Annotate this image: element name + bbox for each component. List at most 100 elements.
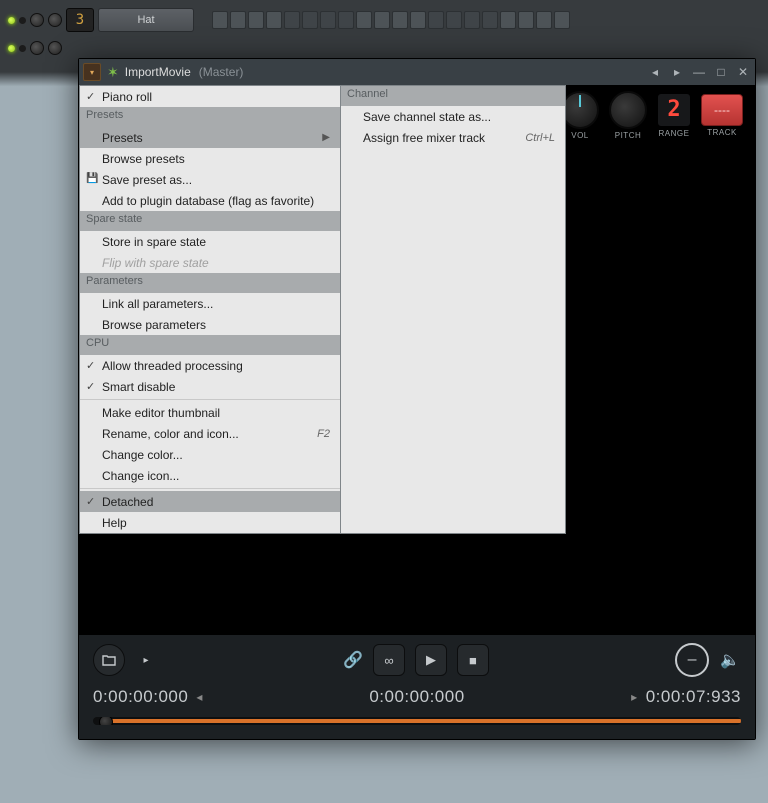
menu-item-label: Store in spare state — [102, 235, 206, 249]
menu-item-label: Detached — [102, 495, 153, 509]
folder-icon — [102, 654, 116, 666]
close-icon[interactable]: ✕ — [735, 65, 751, 79]
pan-knob[interactable] — [30, 13, 44, 27]
menu-item-label: Save preset as... — [102, 173, 192, 187]
loop-button[interactable]: ∞ — [373, 644, 405, 676]
range-label: RANGE — [659, 129, 690, 138]
menu-item[interactable]: Help — [80, 512, 340, 533]
nudge-right-icon[interactable]: ▸ — [627, 690, 642, 704]
channel-header-controls: VOL PITCH 2 RANGE ---- TRACK — [557, 85, 747, 141]
menu-item-label: Rename, color and icon... — [102, 427, 239, 441]
step-grid[interactable] — [212, 11, 570, 29]
menu-item-label: Browse presets — [102, 152, 185, 166]
stop-button[interactable]: ■ — [457, 644, 489, 676]
menu-item-label: Link all parameters... — [102, 297, 213, 311]
menu-item[interactable]: Change icon... — [80, 465, 340, 486]
channel-enable-led[interactable] — [8, 17, 15, 24]
volume-knob[interactable] — [561, 91, 599, 129]
menu-item-label: Smart disable — [102, 380, 175, 394]
menu-section-header: CPU — [80, 335, 340, 355]
timecode-start: 0:00:00:000 — [93, 687, 188, 707]
menu-hotkey: Ctrl+L — [525, 132, 555, 144]
menu-item[interactable]: ✓Smart disable — [80, 376, 340, 397]
menu-item-label: Add to plugin database (flag as favorite… — [102, 194, 314, 208]
transport-bar: ▸ 🔗 ∞ ▶ ■ – 🔈 0:00:00:000 ◂ 0:00:00:000 … — [79, 635, 755, 739]
link-icon[interactable]: 🔗 — [343, 650, 363, 670]
pattern-row: 3 Hat — [0, 6, 768, 34]
menu-item[interactable]: 💾 Save preset as... — [80, 169, 340, 190]
window-subtitle: (Master) — [199, 65, 244, 79]
mixer-track-button[interactable]: ---- — [701, 94, 743, 126]
gear-icon[interactable]: ✶ — [107, 65, 119, 79]
timecode-position: 0:00:00:000 — [369, 687, 464, 707]
volume-knob[interactable] — [48, 41, 62, 55]
menu-item[interactable]: Change color... — [80, 444, 340, 465]
menu-item-label: Flip with spare state — [102, 256, 209, 270]
menu-item-label: Assign free mixer track — [363, 131, 485, 145]
menu-hotkey: F2 — [317, 428, 330, 440]
menu-item-label: Save channel state as... — [363, 110, 491, 124]
title-bar[interactable]: ▾ ✶ ImportMovie (Master) ◂ ▸ — □ ✕ — [79, 59, 755, 85]
menu-item[interactable]: ✓ Detached — [80, 491, 340, 512]
channel-submenu: Channel Save channel state as... Assign fr… — [341, 85, 566, 534]
menu-item[interactable]: Store in spare state — [80, 231, 340, 252]
prev-preset-icon[interactable]: ◂ — [647, 65, 663, 79]
pan-knob[interactable] — [30, 41, 44, 55]
pitch-knob[interactable] — [609, 91, 647, 129]
menu-item-label: Change color... — [102, 448, 183, 462]
menu-item[interactable]: Presets▶ — [80, 127, 340, 148]
window-title: ImportMovie — [125, 65, 191, 79]
menu-separator — [80, 488, 340, 489]
channel-enable-led[interactable] — [8, 45, 15, 52]
zoom-out-button[interactable]: – — [675, 643, 709, 677]
menu-item[interactable]: Rename, color and icon... F2 — [80, 423, 340, 444]
channel-number[interactable]: 3 — [66, 8, 94, 32]
seek-bar[interactable] — [93, 717, 741, 725]
menu-item[interactable]: Save channel state as... — [341, 106, 565, 127]
maximize-icon[interactable]: □ — [713, 65, 729, 79]
plugin-options-menu: ✓Piano rollPresetsPresets▶ Browse presets… — [79, 85, 341, 534]
menu-item-label: Help — [102, 516, 127, 530]
menu-item[interactable]: Browse parameters — [80, 314, 340, 335]
menu-item-label: Make editor thumbnail — [102, 406, 220, 420]
volume-knob[interactable] — [48, 13, 62, 27]
menu-section-header: Spare state — [80, 211, 340, 231]
nudge-left-icon[interactable]: ◂ — [192, 690, 207, 704]
menu-item[interactable]: Assign free mixer track Ctrl+L — [341, 127, 565, 148]
step-forward-icon[interactable]: ▸ — [135, 649, 157, 671]
timecode-end: 0:00:07:933 — [646, 687, 741, 707]
menu-item[interactable]: ✓Piano roll — [80, 86, 340, 107]
menu-item[interactable]: Add to plugin database (flag as favorite… — [80, 190, 340, 211]
menu-item[interactable]: Link all parameters... — [80, 293, 340, 314]
menu-item[interactable]: ✓ Allow threaded processing — [80, 355, 340, 376]
channel-name-button[interactable]: Hat — [98, 8, 194, 32]
menu-separator — [80, 399, 340, 400]
menu-item[interactable]: Browse presets — [80, 148, 340, 169]
mute-icon[interactable]: 🔈 — [719, 649, 741, 671]
track-label: TRACK — [707, 128, 737, 137]
check-icon: ✓ — [86, 90, 95, 103]
menu-section-header: Channel — [341, 86, 565, 106]
volume-label: VOL — [571, 131, 589, 140]
open-file-button[interactable] — [93, 644, 125, 676]
plugin-menu-caret[interactable]: ▾ — [83, 63, 101, 81]
menu-item[interactable]: Make editor thumbnail — [80, 402, 340, 423]
next-preset-icon[interactable]: ▸ — [669, 65, 685, 79]
plugin-window: ▾ ✶ ImportMovie (Master) ◂ ▸ — □ ✕ VOL P… — [78, 58, 756, 740]
menu-item: Flip with spare state — [80, 252, 340, 273]
channel-mute-led[interactable] — [19, 45, 26, 52]
menu-item-label: Browse parameters — [102, 318, 206, 332]
pitch-label: PITCH — [615, 131, 642, 140]
check-icon: ✓ — [86, 359, 95, 372]
menu-item-label: Allow threaded processing — [102, 359, 243, 373]
submenu-arrow-icon: ▶ — [322, 132, 330, 143]
menu-item-label: Change icon... — [102, 469, 179, 483]
check-icon: ✓ — [86, 495, 95, 508]
seek-thumb[interactable] — [99, 717, 113, 725]
save-icon: 💾 — [86, 173, 98, 184]
minimize-icon[interactable]: — — [691, 65, 707, 79]
pitch-range-value[interactable]: 2 — [657, 93, 691, 127]
channel-mute-led[interactable] — [19, 17, 26, 24]
menu-section-header: Presets — [80, 107, 340, 127]
play-button[interactable]: ▶ — [415, 644, 447, 676]
